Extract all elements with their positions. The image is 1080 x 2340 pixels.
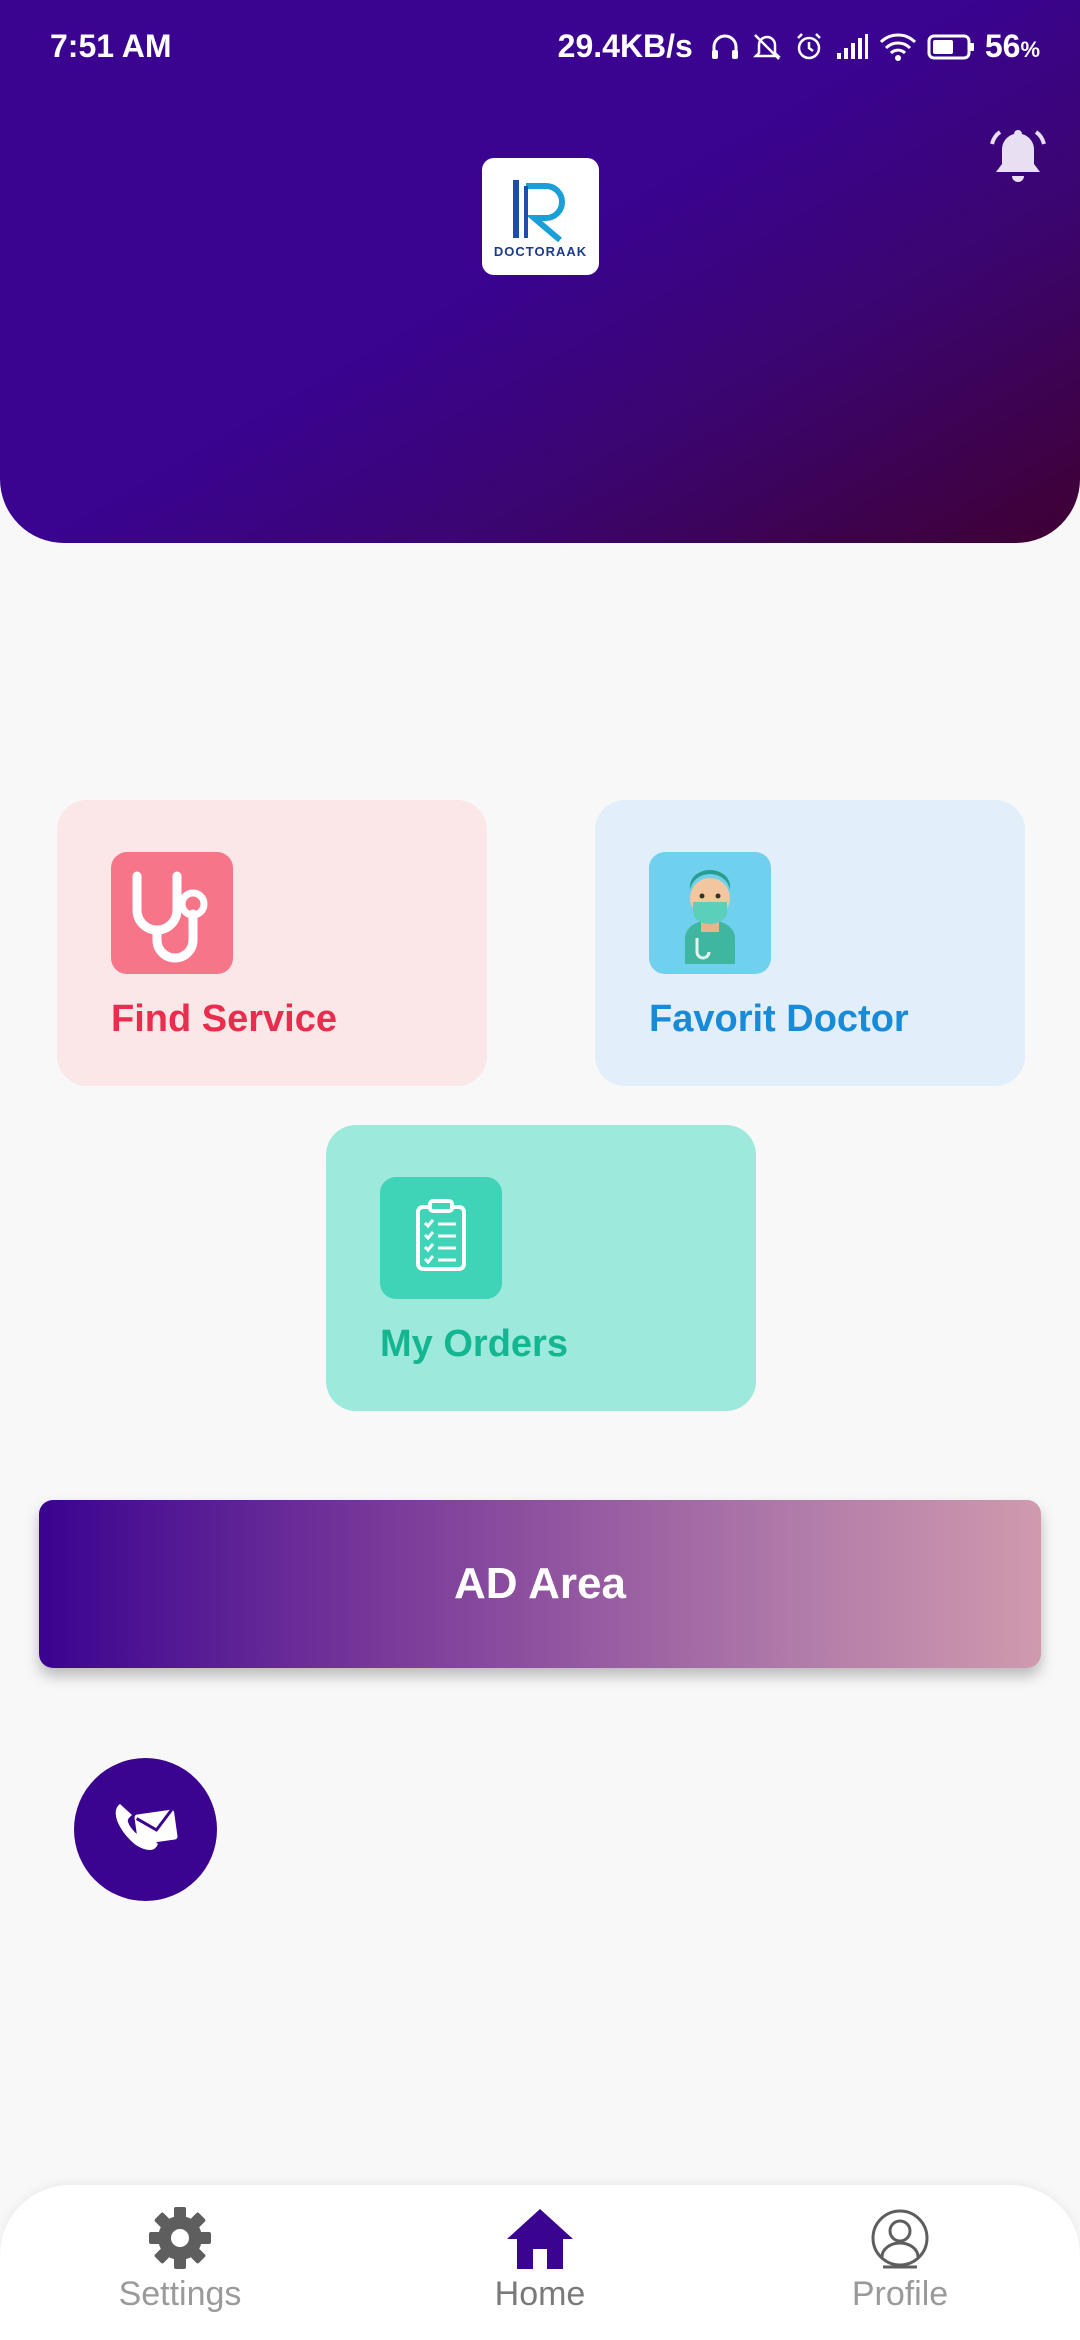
gear-icon [149, 2207, 211, 2269]
wifi-icon [879, 32, 917, 62]
nav-settings-label: Settings [118, 2275, 242, 2313]
my-orders-card[interactable]: My Orders [326, 1125, 756, 1411]
find-service-card[interactable]: Find Service [57, 800, 487, 1086]
nav-profile[interactable]: Profile [800, 2205, 1000, 2314]
status-bar: 7:51 AM 29.4KB/s 56% [0, 0, 1080, 96]
user-circle-icon [871, 2209, 929, 2269]
headphones-icon [709, 31, 741, 63]
network-speed: 29.4KB/s [557, 28, 693, 64]
status-time: 7:51 AM [50, 28, 172, 64]
logo-mark-icon [513, 180, 565, 242]
doctor-icon [649, 852, 771, 974]
clipboard-icon [380, 1177, 502, 1299]
my-orders-label: My Orders [380, 1323, 568, 1365]
favorite-doctor-card[interactable]: Favorit Doctor [595, 800, 1025, 1086]
notifications-off-icon [751, 31, 783, 63]
ad-banner[interactable]: AD Area [39, 1500, 1041, 1668]
home-icon [507, 2209, 573, 2269]
favorite-doctor-label: Favorit Doctor [649, 998, 909, 1040]
battery-level: 56% [984, 28, 1040, 64]
app-logo: DOCTORAAK [482, 158, 599, 275]
logo-text: DOCTORAAK [493, 244, 588, 259]
signal-icon [835, 33, 869, 61]
nav-settings[interactable]: Settings [80, 2205, 280, 2314]
nav-profile-label: Profile [851, 2275, 949, 2313]
nav-home[interactable]: Home [440, 2205, 640, 2314]
battery-icon [927, 33, 975, 61]
contact-button[interactable] [74, 1758, 217, 1901]
bell-icon[interactable] [988, 126, 1048, 193]
find-service-label: Find Service [111, 998, 337, 1040]
phone-mail-icon [115, 1804, 178, 1850]
bottom-navigation: Settings Home Profile [0, 2185, 1080, 2340]
stethoscope-icon [111, 852, 233, 974]
nav-home-label: Home [494, 2275, 586, 2313]
alarm-icon [793, 31, 825, 63]
